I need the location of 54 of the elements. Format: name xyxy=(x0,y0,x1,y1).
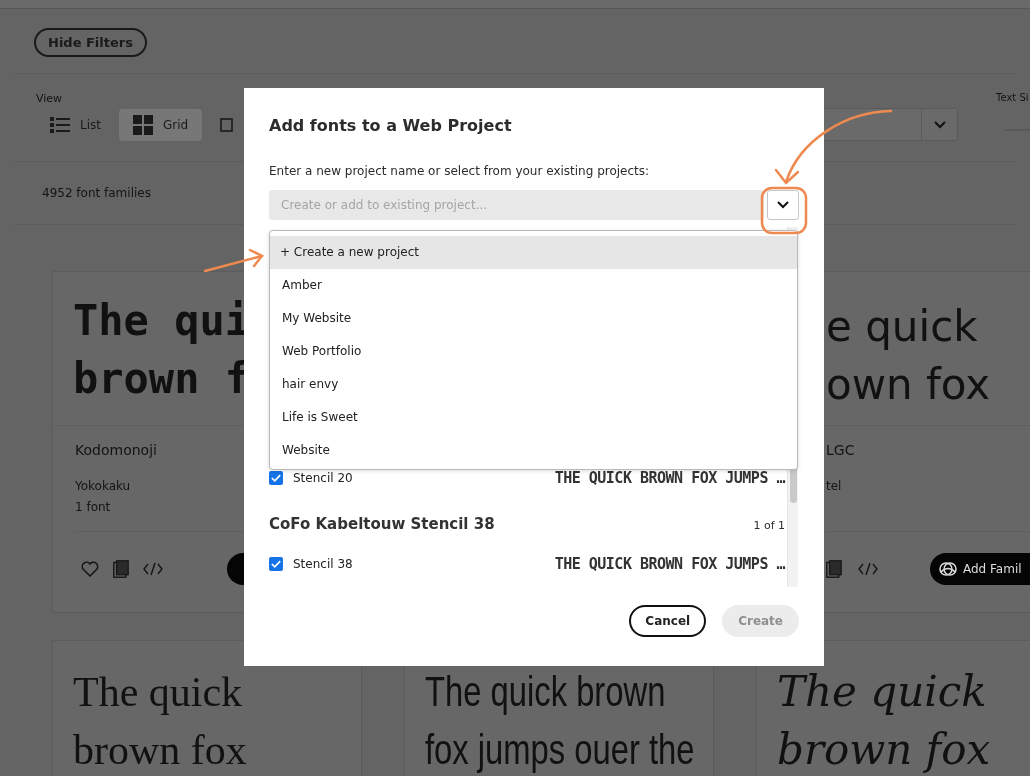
checkbox[interactable] xyxy=(269,471,283,485)
highlight-ring xyxy=(760,186,808,235)
heart-icon xyxy=(81,561,99,577)
font-sample-text: THE QUICK BROWN FOX JUMPS … xyxy=(554,469,785,487)
font-count: 1 font xyxy=(75,499,111,516)
font-preview-text: The quick brown xyxy=(425,667,666,717)
grid-icon xyxy=(133,115,153,135)
menu-item[interactable]: hair envy xyxy=(270,368,797,401)
foundry-name: tel xyxy=(826,478,842,495)
list-icon xyxy=(50,117,70,133)
font-family-name: LGC xyxy=(826,442,855,458)
font-preview-text: own fox xyxy=(826,359,991,411)
font-preview-text: The quick xyxy=(73,668,243,717)
font-preview-text: fox jumps ouer the xyxy=(425,725,695,775)
checkbox[interactable] xyxy=(269,557,283,571)
checkmark-icon xyxy=(271,473,281,483)
dropdown-toggle-button[interactable] xyxy=(767,190,799,220)
view-grid-tab[interactable]: Grid xyxy=(119,109,203,141)
font-family-heading: CoFo Kabeltouw Stencil 38 xyxy=(269,515,495,533)
text-size-label: Text Si xyxy=(996,92,1030,103)
prompt-text: Enter a new project name or select from your existing projects: xyxy=(269,164,651,178)
font-family-name: Kodomonoji xyxy=(75,442,157,458)
menu-item[interactable]: Life is Sweet xyxy=(270,401,797,434)
font-sample-text: THE QUICK BROWN FOX JUMPS … xyxy=(554,555,785,573)
font-preview-text: brown fox xyxy=(777,724,991,776)
font-preview-text: e quick xyxy=(826,301,978,353)
font-style-name: Stencil 20 xyxy=(293,471,353,485)
book-icon xyxy=(113,560,129,578)
book-icon xyxy=(826,560,842,578)
font-preview-text: brown fox xyxy=(73,726,247,775)
rings-icon xyxy=(938,561,958,577)
menu-item[interactable]: Website xyxy=(270,434,797,467)
font-preview-text: The quick xyxy=(777,666,987,718)
menu-item[interactable]: Web Portfolio xyxy=(270,335,797,368)
menu-item[interactable]: My Website xyxy=(270,302,797,335)
menu-item[interactable]: + Create a new project xyxy=(270,236,797,269)
annotation-arrow xyxy=(203,248,264,273)
chevron-down-icon xyxy=(777,201,789,209)
code-icon xyxy=(858,562,878,576)
font-style-name: Stencil 38 xyxy=(293,557,353,571)
cancel-button[interactable]: Cancel xyxy=(629,605,707,637)
code-icon xyxy=(143,562,163,576)
font-preview-text: The qui xyxy=(73,295,250,347)
family-count: 4952 font families xyxy=(42,186,152,200)
dialog-title: Add fonts to a Web Project xyxy=(269,116,513,135)
checkmark-icon xyxy=(271,559,281,569)
foundry-name: Yokokaku xyxy=(75,478,131,495)
project-name-field[interactable]: Create or add to existing project... xyxy=(269,190,764,220)
menu-item[interactable]: Amber xyxy=(270,269,797,302)
style-count: 1 of 1 xyxy=(753,519,785,532)
square-icon xyxy=(220,118,234,132)
chevron-down-icon xyxy=(933,120,946,129)
add-family-button[interactable]: Add Famil xyxy=(930,553,1030,585)
view-label: View xyxy=(36,92,64,105)
